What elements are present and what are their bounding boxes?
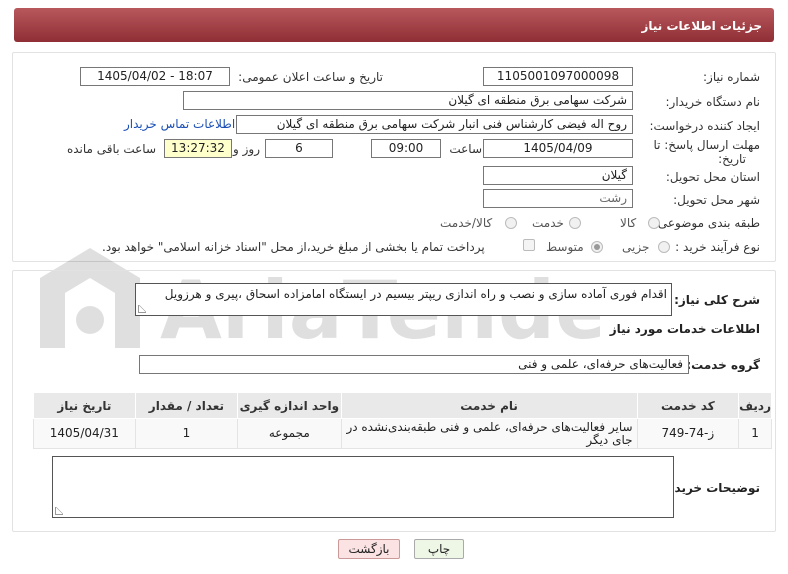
service-group-label: گروه خدمت: (686, 358, 760, 372)
category-radio-service[interactable] (569, 217, 581, 229)
announce-datetime-label: تاریخ و ساعت اعلان عمومی: (238, 70, 383, 84)
description-text: اقدام فوری آماده سازی و نصب و راه اندازی… (164, 287, 667, 301)
remaining-time-field: 13:27:32 (164, 139, 232, 158)
category-option-goods-service: کالا/خدمت (440, 216, 493, 230)
category-option-goods: کالا (620, 216, 637, 230)
deadline-date-field: 1405/04/09 (483, 139, 633, 158)
cell-unit: مجموعه (237, 418, 342, 449)
deadline-label: مهلت ارسال پاسخ: تا (653, 138, 760, 152)
city-label: شهر محل تحویل: (673, 193, 760, 207)
remaining-time-label: ساعت باقی مانده (66, 142, 156, 156)
col-service-name: نام خدمت (340, 392, 638, 419)
back-button[interactable]: بازگشت (338, 539, 400, 559)
treasury-payment-checkbox[interactable] (523, 239, 535, 251)
need-number-field: 1105001097000098 (483, 67, 633, 86)
days-remaining-field: 6 (265, 139, 333, 158)
cell-service-code: ز-74-749 (636, 418, 740, 449)
col-unit: واحد اندازه گیری (237, 392, 342, 419)
cell-service-name: سایر فعالیت‌های حرفه‌ای، علمی و فنی طبقه… (340, 418, 638, 449)
category-label: طبقه بندی موضوعی: (653, 216, 760, 230)
city-field: رشت (483, 189, 633, 208)
buyer-contact-link[interactable]: اطلاعات تماس خریدار (124, 117, 235, 131)
table-header-row: ردیف کد خدمت نام خدمت واحد اندازه گیری ت… (33, 392, 772, 419)
process-option-minor: جزیی (622, 240, 650, 254)
announce-datetime-field: 1405/04/02 - 18:07 (80, 67, 230, 86)
service-group-field: فعالیت‌های حرفه‌ای، علمی و فنی (139, 355, 689, 374)
description-textarea[interactable]: اقدام فوری آماده سازی و نصب و راه اندازی… (135, 283, 672, 316)
days-label: روز و (233, 142, 260, 156)
buyer-notes-textarea[interactable] (52, 456, 674, 518)
province-label: استان محل تحویل: (665, 170, 760, 184)
need-number-label: شماره نیاز: (703, 70, 760, 84)
col-row-number: ردیف (738, 392, 772, 419)
deadline-time-label: ساعت (449, 142, 482, 156)
province-field: گیلان (483, 166, 633, 185)
buyer-org-field: شرکت سهامی برق منطقه ای گیلان (183, 91, 633, 110)
treasury-payment-note: پرداخت تمام یا بخشی از مبلغ خرید،از محل … (102, 240, 485, 254)
process-radio-minor[interactable] (658, 241, 670, 253)
category-radio-goods[interactable] (648, 217, 660, 229)
buyer-org-label: نام دستگاه خریدار: (665, 95, 761, 109)
col-quantity: تعداد / مقدار (134, 392, 239, 419)
services-table: ردیف کد خدمت نام خدمت واحد اندازه گیری ت… (33, 392, 772, 449)
deadline-time-field: 09:00 (371, 139, 441, 158)
category-option-service: خدمت (532, 216, 564, 230)
process-option-medium: متوسط (546, 240, 584, 254)
col-need-date: تاریخ نیاز (33, 392, 136, 419)
cell-row-number: 1 (738, 418, 772, 449)
resize-handle[interactable] (138, 305, 146, 313)
creator-field: روح اله فیضی کارشناس فنی انبار شرکت سهام… (236, 115, 633, 134)
cell-need-date: 1405/04/31 (33, 418, 136, 449)
print-button[interactable]: چاپ (414, 539, 464, 559)
description-label: شرح کلی نیاز: (674, 293, 760, 307)
col-service-code: کد خدمت (636, 392, 740, 419)
table-row: 1 ز-74-749 سایر فعالیت‌های حرفه‌ای، علمی… (33, 418, 772, 449)
page-title: جزئیات اطلاعات نیاز (14, 8, 774, 42)
services-section-title: اطلاعات خدمات مورد نیاز (609, 322, 760, 336)
process-radio-medium[interactable] (591, 241, 603, 253)
category-radio-goods-service[interactable] (505, 217, 517, 229)
creator-label: ایجاد کننده درخواست: (649, 119, 760, 133)
process-label: نوع فرآیند خرید : (675, 240, 760, 254)
resize-handle[interactable] (55, 507, 63, 515)
cell-quantity: 1 (134, 418, 239, 449)
deadline-date-label: تاریخ: (718, 152, 746, 166)
